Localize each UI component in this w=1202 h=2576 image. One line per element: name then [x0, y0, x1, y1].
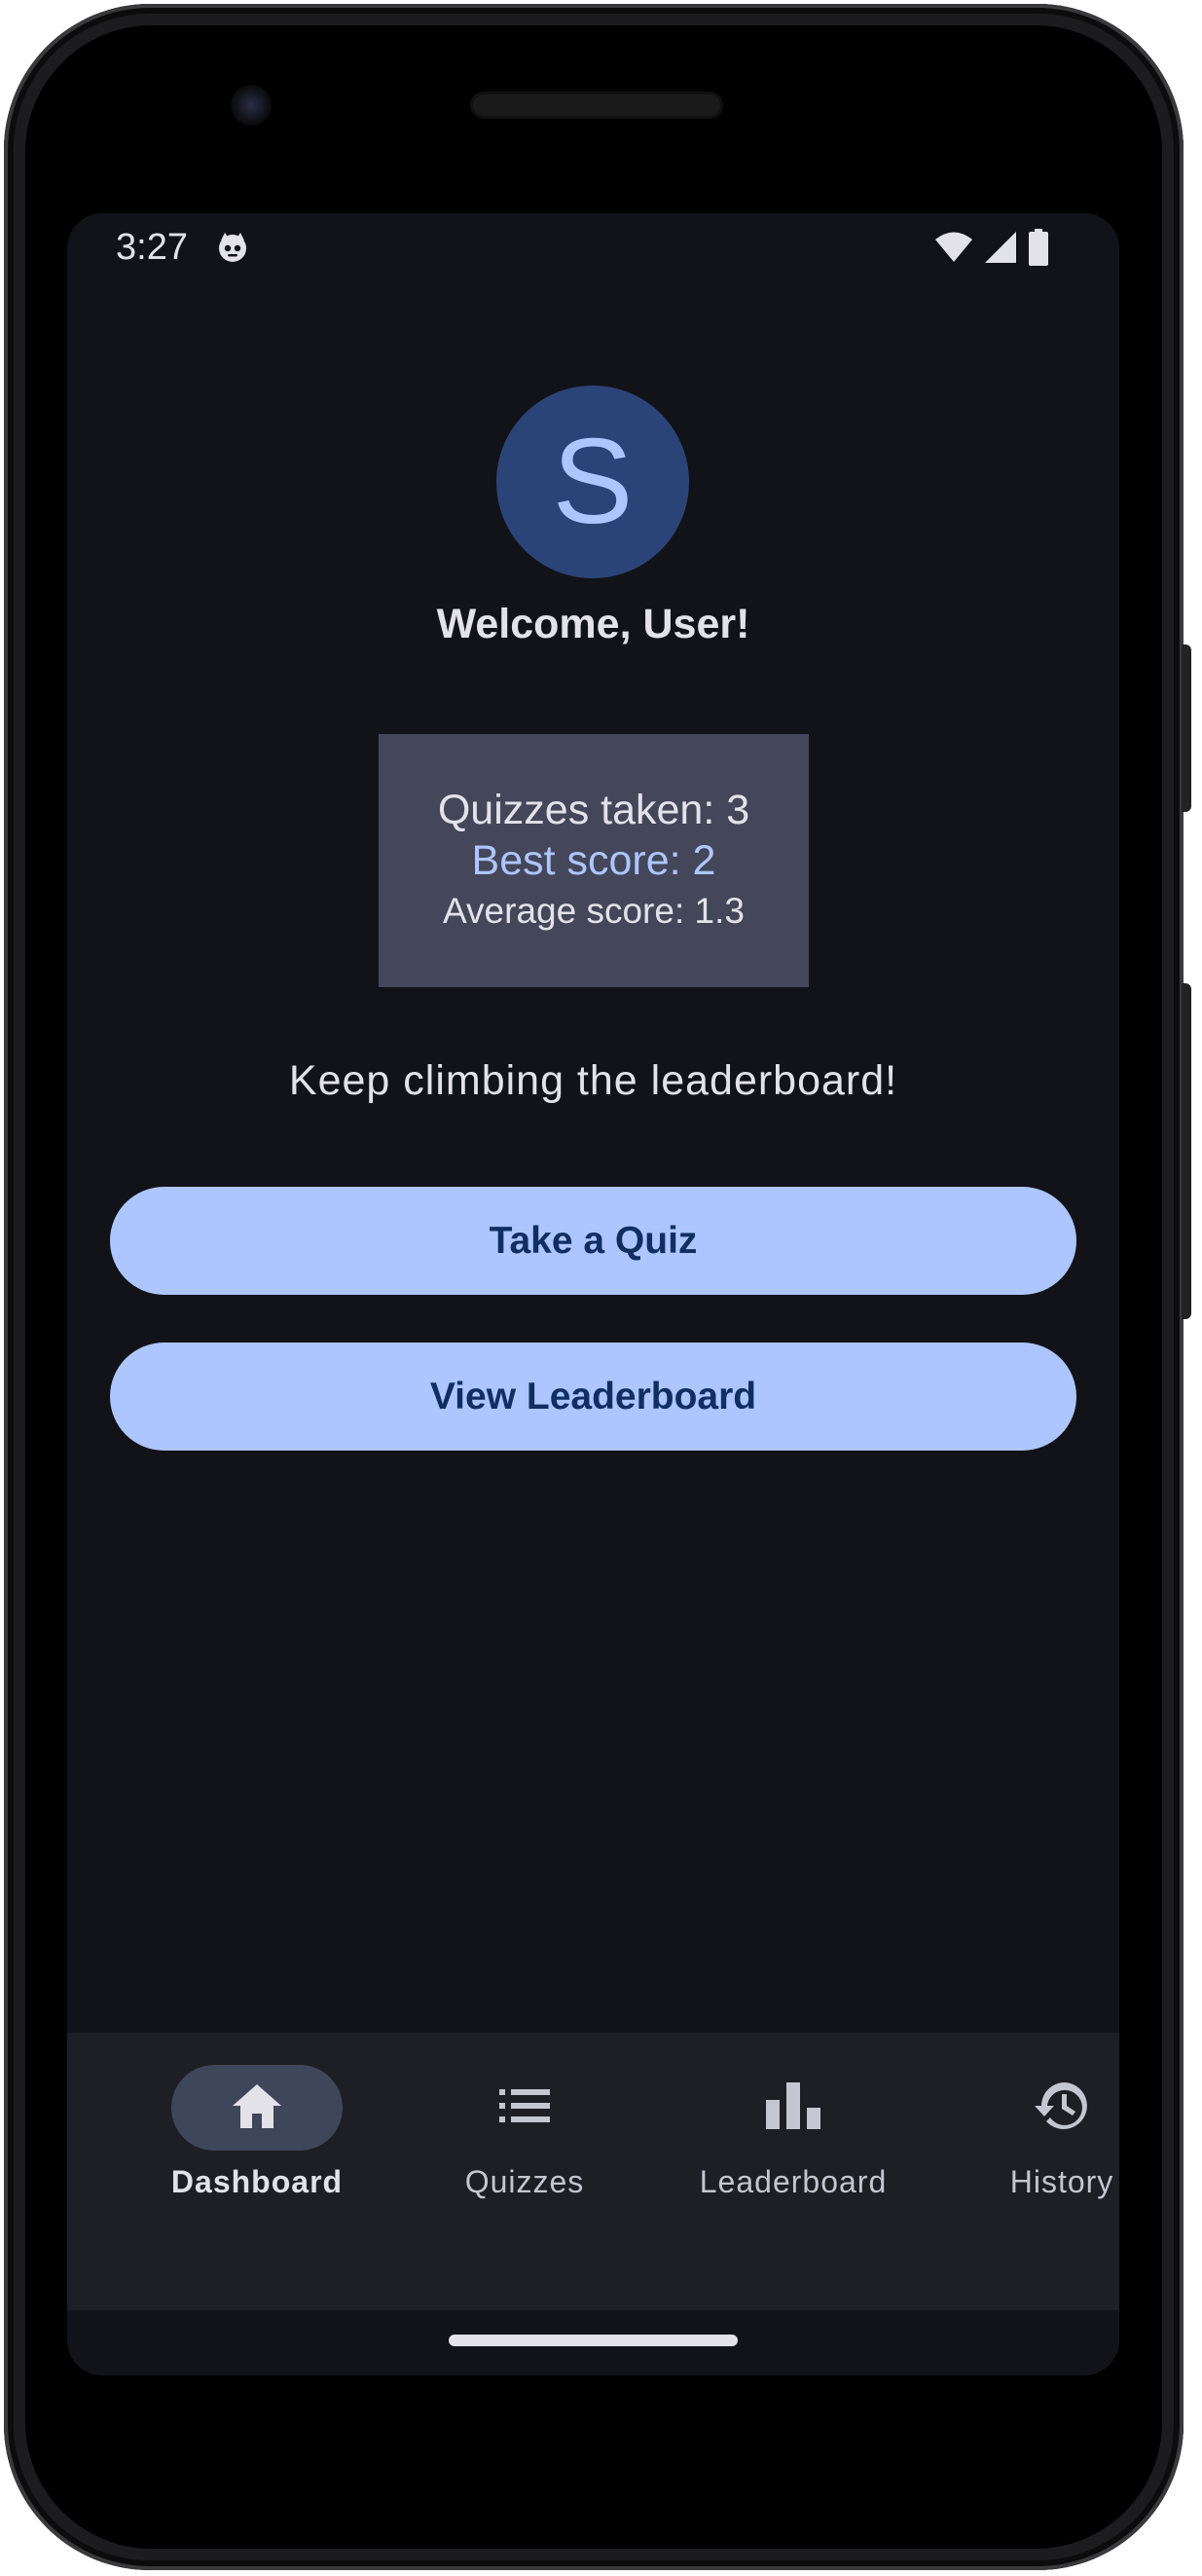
gesture-handle[interactable]: [449, 2335, 738, 2346]
average-score-stat: Average score: 1.3: [443, 891, 745, 931]
history-icon: [1033, 2079, 1091, 2138]
earpiece-speaker: [470, 92, 723, 119]
stats-card: Quizzes taken: 3 Best score: 2 Average s…: [379, 734, 809, 987]
nav-item-leaderboard[interactable]: Leaderboard: [667, 2065, 920, 2200]
nav-item-history[interactable]: History: [935, 2065, 1119, 2200]
bottom-navigation: Dashboard Quizzes Leaderboard History: [67, 2033, 1119, 2310]
nav-label-quizzes: Quizzes: [464, 2164, 585, 2199]
view-leaderboard-button[interactable]: View Leaderboard: [110, 1343, 1076, 1451]
nav-item-quizzes[interactable]: Quizzes: [398, 2065, 651, 2200]
nav-item-dashboard[interactable]: Dashboard: [130, 2065, 383, 2200]
status-bar: 3:27: [67, 213, 1119, 281]
wifi-icon: [934, 231, 973, 269]
battery-icon: [1028, 229, 1049, 271]
nav-label-leaderboard: Leaderboard: [699, 2164, 888, 2199]
notification-cat-icon: [216, 231, 249, 264]
nav-label-dashboard: Dashboard: [170, 2164, 344, 2199]
take-quiz-button[interactable]: Take a Quiz: [110, 1187, 1076, 1295]
volume-button: [1182, 983, 1191, 1319]
status-time: 3:27: [116, 227, 188, 268]
power-button: [1182, 644, 1191, 812]
cell-signal-icon: [983, 231, 1018, 269]
avatar: S: [496, 386, 689, 578]
home-icon: [230, 2081, 284, 2135]
front-camera: [231, 85, 272, 126]
nav-active-indicator: [171, 2065, 343, 2151]
bar-chart-icon: [764, 2080, 822, 2136]
motivation-text: Keep climbing the leaderboard!: [288, 1057, 898, 1104]
list-icon: [497, 2086, 552, 2130]
status-indicators: [934, 229, 1049, 271]
app-screen: 3:27 S Welcome, User! Quizzes taken: 3 B…: [67, 213, 1119, 2375]
welcome-heading: Welcome, User!: [436, 601, 750, 647]
quizzes-taken-stat: Quizzes taken: 3: [437, 787, 750, 833]
best-score-stat: Best score: 2: [471, 837, 716, 884]
nav-label-history: History: [1009, 2164, 1114, 2199]
